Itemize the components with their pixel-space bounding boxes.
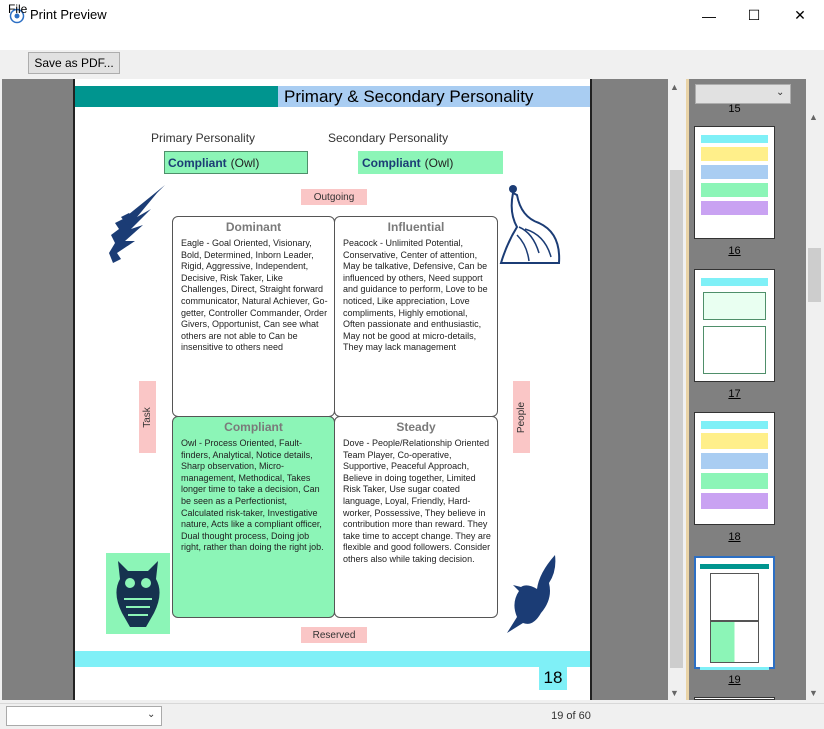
thumbnail-zoom-select[interactable]: ⌄ <box>695 84 791 104</box>
thumbnail-page-19-selected[interactable] <box>694 556 775 670</box>
tag-outgoing: Outgoing <box>301 189 367 205</box>
zoom-select[interactable]: ⌄ <box>6 706 162 726</box>
thumbnail-page-16[interactable] <box>694 126 775 239</box>
menu-file[interactable]: File <box>8 2 27 16</box>
menu-bar <box>0 31 824 50</box>
secondary-personality-label: Secondary Personality <box>328 131 449 145</box>
thumbnail-page-20-partial[interactable] <box>694 697 775 700</box>
tag-people-label: People <box>516 401 528 433</box>
primary-personality-value: Compliant (Owl) <box>164 151 308 174</box>
secondary-type: Compliant <box>362 155 421 170</box>
quadrant-title: Compliant <box>224 420 283 434</box>
quadrant-title: Dominant <box>225 220 282 234</box>
quadrant-influential: Influential Peacock - Unlimited Potentia… <box>334 216 498 417</box>
thumbnail-scrollbar[interactable] <box>806 79 823 700</box>
tag-task-label: Task <box>142 406 153 428</box>
tag-task: Task <box>139 381 156 453</box>
owl-icon <box>106 553 170 634</box>
secondary-personality-value: Compliant (Owl) <box>358 151 503 174</box>
close-button[interactable]: ✕ <box>777 0 823 31</box>
quadrant-text: Dove - People/Relationship Oriented Team… <box>343 438 491 564</box>
thumbnail-page-17[interactable] <box>694 269 775 382</box>
tag-people: People <box>513 381 530 453</box>
maximize-icon: ☐ <box>747 7 761 23</box>
minimize-icon: — <box>702 7 716 24</box>
minimize-button[interactable]: — <box>686 0 732 31</box>
dove-icon <box>507 555 556 633</box>
primary-type: Compliant <box>168 155 227 170</box>
quadrant-title: Influential <box>387 220 445 234</box>
chevron-down-icon: ⌄ <box>776 87 785 98</box>
page-number: 18 <box>539 666 567 690</box>
thumbnail-label[interactable]: 17 <box>694 388 775 400</box>
thumbnail-page-18[interactable] <box>694 412 775 525</box>
thumbnail-scroll-thumb[interactable] <box>808 248 821 302</box>
quadrant-text: Eagle - Goal Oriented, Visionary, Bold, … <box>181 238 328 353</box>
save-as-pdf-button[interactable]: Save as PDF... <box>28 52 120 74</box>
primary-animal: (Owl) <box>230 155 260 170</box>
preview-page: Primary & Secondary Personality Primary … <box>73 79 592 700</box>
page-header-teal-band <box>75 86 278 107</box>
scroll-down-icon[interactable]: ▼ <box>670 688 679 698</box>
thumbnail-label[interactable]: 18 <box>694 531 775 543</box>
quadrant-steady: Steady Dove - People/Relationship Orient… <box>334 416 498 618</box>
quadrant-text: Peacock - Unlimited Potential, Conservat… <box>343 238 488 353</box>
eagle-icon <box>109 185 165 263</box>
secondary-animal: (Owl) <box>424 155 454 170</box>
maximize-button[interactable]: ☐ <box>731 0 777 31</box>
page-footer-bar <box>75 651 590 667</box>
quadrant-title: Steady <box>396 420 436 434</box>
scroll-up-icon[interactable]: ▲ <box>670 82 679 92</box>
thumbnail-label[interactable]: 19 <box>694 674 775 686</box>
tag-reserved: Reserved <box>301 627 367 643</box>
primary-personality-label: Primary Personality <box>151 131 256 145</box>
chevron-down-icon: ⌄ <box>147 709 156 720</box>
toolbar <box>0 50 824 78</box>
viewer-scroll-thumb[interactable] <box>670 170 683 668</box>
scroll-up-icon[interactable]: ▲ <box>809 112 818 122</box>
page-title: Primary & Secondary Personality <box>284 87 534 106</box>
scroll-down-icon[interactable]: ▼ <box>809 688 818 698</box>
quadrant-dominant: Dominant Eagle - Goal Oriented, Visionar… <box>172 216 335 417</box>
quadrant-text: Owl - Process Oriented, Fault-finders, A… <box>181 438 324 553</box>
thumbnail-label[interactable]: 16 <box>694 245 775 257</box>
window-title: Print Preview <box>30 7 107 22</box>
peacock-icon <box>499 185 561 264</box>
thumbnail-label-partial[interactable]: 15 <box>694 103 775 112</box>
page-indicator: 19 of 60 <box>551 710 591 722</box>
close-icon: ✕ <box>794 7 806 23</box>
quadrant-compliant: Compliant Owl - Process Oriented, Fault-… <box>172 416 335 618</box>
